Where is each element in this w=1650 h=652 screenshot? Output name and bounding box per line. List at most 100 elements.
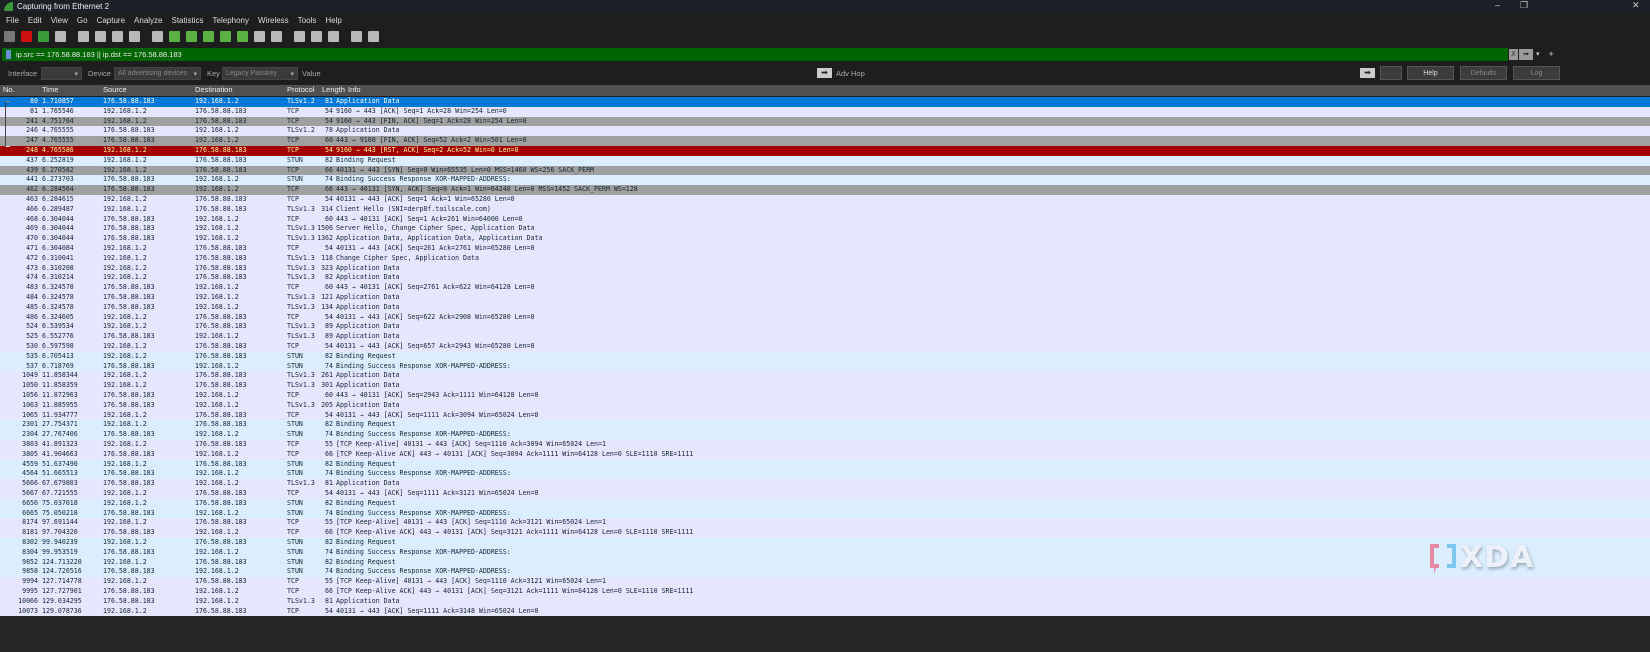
- restore-button[interactable]: ❐: [1520, 0, 1528, 11]
- menu-analyze[interactable]: Analyze: [134, 16, 162, 25]
- find-icon[interactable]: [152, 30, 163, 42]
- packet-row[interactable]: 10066 129.034295 176.58.88.183 192.168.1.2 T…: [0, 596, 1650, 607]
- apply-arrow-icon[interactable]: ➡: [1360, 68, 1375, 78]
- interface-select[interactable]: [41, 67, 82, 80]
- menu-file[interactable]: File: [6, 16, 19, 25]
- menu-go[interactable]: Go: [77, 16, 88, 25]
- minimize-button[interactable]: –: [1495, 0, 1500, 10]
- packet-row[interactable]: 2304 27.767406 176.58.88.183 192.168.1.2 STU…: [0, 430, 1650, 440]
- options-gear-icon[interactable]: [55, 30, 66, 42]
- apply-filter-button[interactable]: ➡: [1519, 48, 1533, 60]
- column-header-protocol[interactable]: Protocol: [287, 85, 315, 94]
- close-file-icon[interactable]: [112, 30, 123, 42]
- packet-row[interactable]: 9852 124.713220 192.168.1.2 176.58.88.183 ST…: [0, 557, 1650, 568]
- menu-wireless[interactable]: Wireless: [258, 16, 289, 25]
- packet-row[interactable]: 474 6.310214 192.168.1.2 176.58.88.183 TLSv1…: [0, 273, 1650, 284]
- open-folder-icon[interactable]: [78, 30, 89, 42]
- packet-row[interactable]: 1063 11.885955 176.58.88.183 192.168.1.2 TLS…: [0, 400, 1650, 411]
- clear-filter-button[interactable]: X: [1509, 48, 1518, 60]
- packet-row[interactable]: 1065 11.934777 192.168.1.2 176.58.88.183 TCP…: [0, 410, 1650, 421]
- packet-row[interactable]: 6665 75.050218 176.58.88.183 192.168.1.2 STU…: [0, 508, 1650, 519]
- packet-row[interactable]: 470 6.304044 176.58.88.183 192.168.1.2 TLSv1…: [0, 234, 1650, 244]
- go-to-packet-icon[interactable]: [203, 30, 214, 42]
- save-icon[interactable]: [95, 30, 106, 42]
- packet-row[interactable]: 6656 75.037018 192.168.1.2 176.58.88.183 STU…: [0, 498, 1650, 509]
- resize-columns-icon[interactable]: [351, 30, 362, 42]
- packet-row[interactable]: 525 6.552776 176.58.88.183 192.168.1.2 TLSv1…: [0, 332, 1650, 342]
- packet-row[interactable]: 1056 11.872963 176.58.88.183 192.168.1.2 TCP…: [0, 391, 1650, 401]
- packet-row[interactable]: 483 6.324578 176.58.88.183 192.168.1.2 TCP 60…: [0, 283, 1650, 293]
- normal-size-icon[interactable]: [328, 30, 339, 42]
- add-filter-button-button[interactable]: +: [1549, 49, 1554, 59]
- autoscroll-icon[interactable]: [254, 30, 265, 42]
- packet-row[interactable]: 10073 129.078736 192.168.1.2 176.58.88.183 T…: [0, 606, 1650, 617]
- menu-telephony[interactable]: Telephony: [213, 16, 249, 25]
- packet-row[interactable]: 241 4.751764 192.168.1.2 176.58.88.183 TCP 54…: [0, 116, 1650, 127]
- packet-row[interactable]: 463 6.284615 192.168.1.2 176.58.88.183 TCP 54…: [0, 195, 1650, 205]
- close-button[interactable]: ✕: [1632, 0, 1640, 11]
- packet-row[interactable]: 524 6.539534 192.168.1.2 176.58.88.183 TLSv1…: [0, 322, 1650, 333]
- packet-row[interactable]: 3803 41.891323 192.168.1.2 176.58.88.183 TCP…: [0, 440, 1650, 450]
- packet-row[interactable]: 247 4.765555 176.58.88.183 192.168.1.2 TCP 60…: [0, 136, 1650, 146]
- packet-row[interactable]: 9995 127.727901 176.58.88.183 192.168.1.2 TC…: [0, 587, 1650, 597]
- packet-row[interactable]: 9858 124.726516 176.58.88.183 192.168.1.2 ST…: [0, 567, 1650, 578]
- log-button[interactable]: Log: [1513, 66, 1560, 80]
- packet-row[interactable]: 535 6.705413 192.168.1.2 176.58.88.183 STUN 8…: [0, 351, 1650, 362]
- blank-button[interactable]: [1380, 66, 1402, 80]
- packet-row[interactable]: 473 6.310208 192.168.1.2 176.58.88.183 TLSv1…: [0, 263, 1650, 274]
- packet-row[interactable]: 530 6.597598 192.168.1.2 176.58.88.183 TCP 54…: [0, 342, 1650, 352]
- packet-row[interactable]: 486 6.324605 192.168.1.2 176.58.88.183 TCP 54…: [0, 312, 1650, 323]
- packet-row[interactable]: 1050 11.858359 192.168.1.2 176.58.88.183 TLS…: [0, 381, 1650, 391]
- column-header-time[interactable]: Time: [42, 85, 58, 94]
- packet-row[interactable]: 484 6.324578 176.58.88.183 192.168.1.2 TLSv1…: [0, 293, 1650, 303]
- packet-row[interactable]: 471 6.304084 192.168.1.2 176.58.88.183 TCP 54…: [0, 244, 1650, 254]
- device-select[interactable]: All advertising devices: [114, 67, 201, 80]
- zoom-out-icon[interactable]: [311, 30, 322, 42]
- packet-row[interactable]: 4564 51.665513 176.58.88.183 192.168.1.2 STU…: [0, 469, 1650, 480]
- packet-row[interactable]: 81 1.765546 192.168.1.2 176.58.88.183 TCP 54 9…: [0, 106, 1650, 117]
- packet-row[interactable]: 8302 99.940239 192.168.1.2 176.58.88.183 STU…: [0, 538, 1650, 548]
- column-header-info[interactable]: Info: [348, 85, 361, 94]
- packet-row[interactable]: 468 6.304044 176.58.88.183 192.168.1.2 TCP 60…: [0, 214, 1650, 225]
- packet-row[interactable]: 8304 99.953519 176.58.88.183 192.168.1.2 STU…: [0, 547, 1650, 558]
- shark-fin-start-icon[interactable]: [4, 30, 15, 42]
- packet-row[interactable]: 466 6.289487 192.168.1.2 176.58.88.183 TLSv1…: [0, 204, 1650, 215]
- packet-row[interactable]: 8174 97.691144 192.168.1.2 176.58.88.183 TCP…: [0, 518, 1650, 529]
- packet-row[interactable]: 3805 41.904663 176.58.88.183 192.168.1.2 TCP…: [0, 449, 1650, 460]
- packet-list[interactable]: 80 1.710857 176.58.88.183 192.168.1.2 TLSv1.…: [0, 97, 1650, 617]
- column-header-length[interactable]: Length: [322, 85, 345, 94]
- menu-tools[interactable]: Tools: [298, 16, 317, 25]
- display-filter-input[interactable]: ip.src == 176.58.88.183 || ip.dst == 176…: [2, 47, 1508, 61]
- packet-row[interactable]: 248 4.765586 192.168.1.2 176.58.88.183 TCP 54…: [0, 146, 1650, 156]
- menu-statistics[interactable]: Statistics: [172, 16, 204, 25]
- packet-row[interactable]: 469 6.304044 176.58.88.183 192.168.1.2 TLSv1…: [0, 224, 1650, 235]
- reload-icon[interactable]: [129, 30, 140, 42]
- packet-row[interactable]: 5667 67.721555 192.168.1.2 176.58.88.183 TCP…: [0, 489, 1650, 499]
- filter-history-dropdown[interactable]: ▾: [1536, 50, 1540, 58]
- column-header-destination[interactable]: Destination: [195, 85, 233, 94]
- menu-capture[interactable]: Capture: [97, 16, 125, 25]
- stop-icon[interactable]: [21, 30, 32, 42]
- layout-icon[interactable]: [368, 30, 379, 42]
- packet-row[interactable]: 439 6.270582 192.168.1.2 176.58.88.183 TCP 66…: [0, 165, 1650, 176]
- help-button[interactable]: Help: [1407, 66, 1454, 80]
- menu-edit[interactable]: Edit: [28, 16, 42, 25]
- colorize-icon[interactable]: [271, 30, 282, 42]
- restart-icon[interactable]: [38, 30, 49, 42]
- packet-row[interactable]: 8181 97.704320 176.58.88.183 192.168.1.2 TCP…: [0, 528, 1650, 538]
- packet-row[interactable]: 537 6.718769 176.58.88.183 192.168.1.2 STUN 7…: [0, 361, 1650, 372]
- packet-row[interactable]: 437 6.252819 192.168.1.2 176.58.88.183 STUN 8…: [0, 155, 1650, 166]
- packet-row[interactable]: 472 6.310041 192.168.1.2 176.58.88.183 TLSv1…: [0, 253, 1650, 264]
- zoom-in-icon[interactable]: [294, 30, 305, 42]
- menu-view[interactable]: View: [51, 16, 68, 25]
- packet-row[interactable]: 80 1.710857 176.58.88.183 192.168.1.2 TLSv1.…: [0, 97, 1650, 107]
- column-header-no[interactable]: No.: [3, 85, 15, 94]
- column-header-source[interactable]: Source: [103, 85, 127, 94]
- last-packet-icon[interactable]: [237, 30, 248, 42]
- packet-row[interactable]: 9994 127.714778 192.168.1.2 176.58.88.183 TC…: [0, 577, 1650, 587]
- packet-row[interactable]: 462 6.284564 176.58.88.183 192.168.1.2 TCP 66…: [0, 185, 1650, 195]
- packet-row[interactable]: 485 6.324578 176.58.88.183 192.168.1.2 TLSv1…: [0, 302, 1650, 313]
- packet-row[interactable]: 4559 51.637490 192.168.1.2 176.58.88.183 STU…: [0, 459, 1650, 470]
- forward-icon[interactable]: [186, 30, 197, 42]
- packet-row[interactable]: 2301 27.754371 192.168.1.2 176.58.88.183 STU…: [0, 420, 1650, 431]
